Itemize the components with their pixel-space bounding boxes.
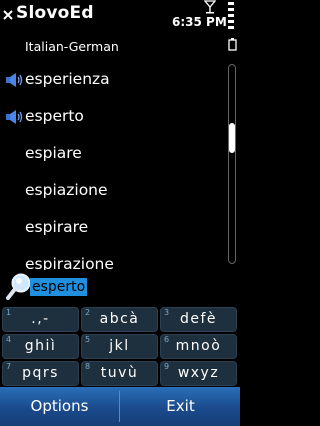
key-8[interactable]: 8 tuvù <box>81 361 158 386</box>
title-bar: SlovoEd 6:35 PM <box>0 0 240 51</box>
key-letters: jkl <box>109 338 130 354</box>
dictionary-direction[interactable]: Italian-German <box>25 39 119 54</box>
speaker-icon[interactable] <box>5 72 24 88</box>
exit-label: Exit <box>166 397 195 415</box>
exit-button[interactable]: Exit <box>121 387 240 426</box>
word-label: espirare <box>25 218 89 236</box>
softkey-divider <box>119 391 120 422</box>
word-label: espiare <box>25 144 82 162</box>
word-label: espiazione <box>25 181 108 199</box>
key-letters: wxyz <box>177 365 220 381</box>
options-label: Options <box>30 397 89 415</box>
key-9[interactable]: 9 wxyz <box>160 361 237 386</box>
speaker-icon[interactable] <box>5 109 24 125</box>
list-item[interactable]: esperto <box>0 98 222 135</box>
key-4[interactable]: 4 ghiì <box>2 334 79 359</box>
keypad: 1 .,- 2 abcà 3 defè 4 ghiì 5 jkl 6 mnoò … <box>2 307 238 387</box>
search-icon[interactable] <box>5 272 33 302</box>
close-icon[interactable] <box>2 9 14 21</box>
signal-icon <box>204 0 216 14</box>
scrollbar-track[interactable] <box>228 64 236 264</box>
search-input[interactable]: esperto <box>30 277 230 297</box>
list-item[interactable]: espiare <box>0 135 222 172</box>
key-letters: mnoò <box>175 338 222 354</box>
softkey-bar: Options Exit <box>0 387 240 426</box>
key-6[interactable]: 6 mnoò <box>160 334 237 359</box>
list-item[interactable]: esperienza <box>0 61 222 98</box>
key-letters: pqrs <box>22 365 59 381</box>
key-letters: abcà <box>99 311 140 327</box>
key-3[interactable]: 3 defè <box>160 307 237 332</box>
key-5[interactable]: 5 jkl <box>81 334 158 359</box>
word-label: esperienza <box>25 70 110 88</box>
key-letters: tuvù <box>100 365 139 381</box>
key-1[interactable]: 1 .,- <box>2 307 79 332</box>
key-7[interactable]: 7 pqrs <box>2 361 79 386</box>
search-input-value: esperto <box>30 278 88 296</box>
app-title: SlovoEd <box>16 3 94 23</box>
key-2[interactable]: 2 abcà <box>81 307 158 332</box>
clock: 6:35 PM <box>172 15 227 29</box>
key-letters: .,- <box>31 311 50 327</box>
list-item[interactable]: espirare <box>0 209 222 246</box>
list-item[interactable]: espiazione <box>0 172 222 209</box>
word-label: esperto <box>25 107 84 125</box>
key-letters: ghiì <box>24 338 57 354</box>
scrollbar-thumb[interactable] <box>229 123 235 153</box>
options-button[interactable]: Options <box>0 387 119 426</box>
battery-icon <box>228 38 237 51</box>
key-letters: defè <box>179 311 218 327</box>
